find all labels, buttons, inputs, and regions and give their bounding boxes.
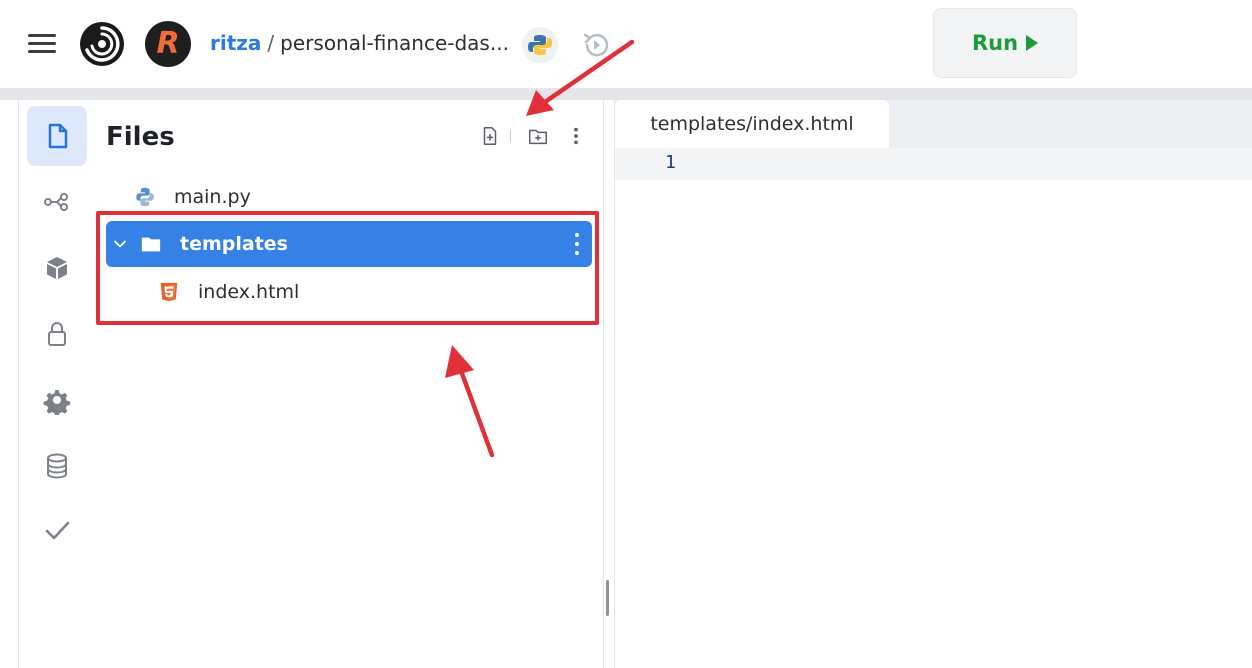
tab-templates-index-html[interactable]: templates/index.html	[615, 100, 889, 148]
settings-tool-button[interactable]	[27, 370, 87, 430]
breadcrumb-separator: /	[267, 31, 275, 55]
chevron-down-icon[interactable]	[112, 236, 128, 252]
files-panel-title: Files	[106, 122, 175, 152]
breadcrumb-owner-link[interactable]: ritza	[210, 31, 261, 55]
line-number: 1	[665, 152, 676, 173]
workspace-divider	[0, 88, 1252, 100]
file-tree-item-label: index.html	[198, 281, 300, 303]
run-button-label: Run	[971, 31, 1019, 55]
tool-rail	[18, 100, 94, 668]
folder-more-options-icon[interactable]	[574, 233, 580, 255]
share-nodes-icon	[44, 193, 68, 211]
history-icon[interactable]	[578, 27, 614, 63]
new-folder-icon[interactable]	[526, 124, 550, 148]
files-tool-button[interactable]	[27, 106, 87, 166]
packages-tool-button[interactable]	[27, 238, 87, 298]
run-button[interactable]: Run	[933, 8, 1077, 78]
breadcrumb-repl-name[interactable]: personal-finance-das...	[280, 31, 509, 55]
more-options-icon[interactable]	[564, 124, 588, 148]
file-tree-item-templates-folder[interactable]: templates	[106, 221, 592, 267]
file-tree-item-index-html[interactable]: index.html	[106, 269, 592, 315]
avatar[interactable]: R	[145, 21, 191, 67]
html5-file-icon	[158, 281, 180, 303]
folder-icon	[140, 233, 162, 255]
header-divider	[510, 130, 511, 142]
version-control-tool-button[interactable]	[27, 172, 87, 232]
lock-icon	[48, 322, 66, 346]
avatar-letter: R	[156, 26, 180, 61]
menu-icon[interactable]	[28, 34, 56, 54]
new-file-icon[interactable]	[478, 124, 502, 148]
file-icon	[48, 123, 68, 149]
secrets-tool-button[interactable]	[27, 304, 87, 364]
files-panel: Files main.py templates index.html	[94, 100, 604, 668]
editor-tab-bar: templates/index.html	[615, 100, 1252, 148]
breadcrumb: ritza / personal-finance-das...	[210, 31, 509, 57]
code-editor: templates/index.html 1	[614, 100, 1252, 668]
unit-tests-tool-button[interactable]	[27, 500, 87, 560]
file-tree-item-main-py[interactable]: main.py	[106, 174, 592, 220]
python-language-icon[interactable]	[522, 27, 558, 63]
replit-logo-icon[interactable]	[78, 20, 126, 68]
top-bar: R ritza / personal-finance-das... Run	[0, 0, 1252, 88]
file-tree-item-label: main.py	[174, 186, 251, 208]
file-tree-item-label: templates	[180, 233, 288, 255]
code-line-active[interactable]: 1	[615, 148, 1252, 180]
database-icon	[47, 453, 67, 479]
python-file-icon	[134, 186, 156, 208]
panel-resize-handle[interactable]	[606, 580, 609, 616]
gear-icon	[43, 389, 71, 415]
database-tool-button[interactable]	[27, 436, 87, 496]
checkmark-icon	[45, 521, 70, 540]
play-icon	[1026, 35, 1039, 51]
package-cube-icon	[47, 257, 67, 279]
